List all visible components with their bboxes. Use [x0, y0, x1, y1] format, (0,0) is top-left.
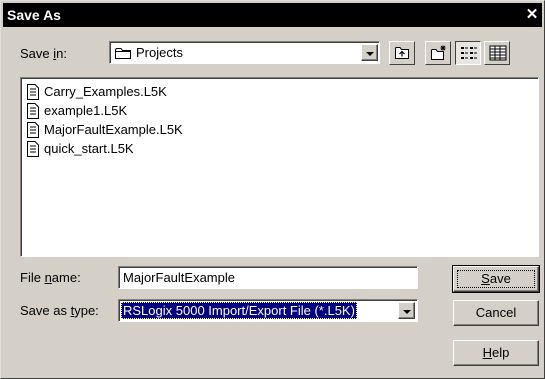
- title-bar[interactable]: Save As ✕: [3, 3, 542, 27]
- file-name-label: example1.L5K: [44, 103, 128, 118]
- document-icon: [27, 141, 39, 157]
- chevron-down-icon: [366, 52, 374, 56]
- document-icon: [27, 103, 39, 119]
- close-icon[interactable]: ✕: [524, 3, 540, 27]
- save-as-type-dropdown-button[interactable]: [398, 302, 415, 319]
- file-name-label: File name:: [20, 270, 81, 285]
- focus-rectangle: [457, 270, 535, 288]
- file-name-label: Carry_Examples.L5K: [44, 84, 167, 99]
- save-in-value: Projects: [136, 45, 183, 60]
- details-view-button[interactable]: [484, 41, 510, 65]
- file-name-label: quick_start.L5K: [44, 141, 134, 156]
- help-button[interactable]: Help: [453, 340, 539, 366]
- up-folder-icon: [395, 47, 409, 59]
- dialog-title: Save As: [7, 7, 61, 23]
- details-view-icon: [489, 45, 507, 61]
- save-button[interactable]: Save: [452, 265, 540, 293]
- list-view-icon: [461, 47, 477, 59]
- file-name-label: MajorFaultExample.L5K: [44, 122, 183, 137]
- save-as-dialog: Save As ✕ Save in: Projects Carry_Exampl…: [0, 0, 545, 379]
- file-name-input[interactable]: MajorFaultExample: [118, 266, 418, 289]
- document-icon: [27, 84, 39, 100]
- save-as-type-dropdown[interactable]: RSLogix 5000 Import/Export File (*.L5K): [118, 299, 418, 322]
- chevron-down-icon: [403, 310, 411, 314]
- folder-icon: [115, 48, 131, 59]
- new-folder-icon: [431, 45, 446, 60]
- cancel-button[interactable]: Cancel: [453, 300, 539, 326]
- save-in-label: Save in:: [20, 46, 67, 61]
- file-name-value: MajorFaultExample: [123, 270, 235, 285]
- document-icon: [27, 122, 39, 138]
- save-as-type-label: Save as type:: [20, 303, 99, 318]
- save-in-dropdown-button[interactable]: [361, 44, 378, 61]
- create-new-folder-button[interactable]: [425, 41, 451, 65]
- file-list[interactable]: Carry_Examples.L5K example1.L5K MajorFau…: [20, 77, 539, 257]
- up-one-level-button[interactable]: [389, 41, 415, 65]
- list-view-button[interactable]: [455, 41, 481, 65]
- save-in-dropdown[interactable]: Projects: [109, 41, 380, 64]
- save-as-type-value: RSLogix 5000 Import/Export File (*.L5K): [121, 302, 357, 319]
